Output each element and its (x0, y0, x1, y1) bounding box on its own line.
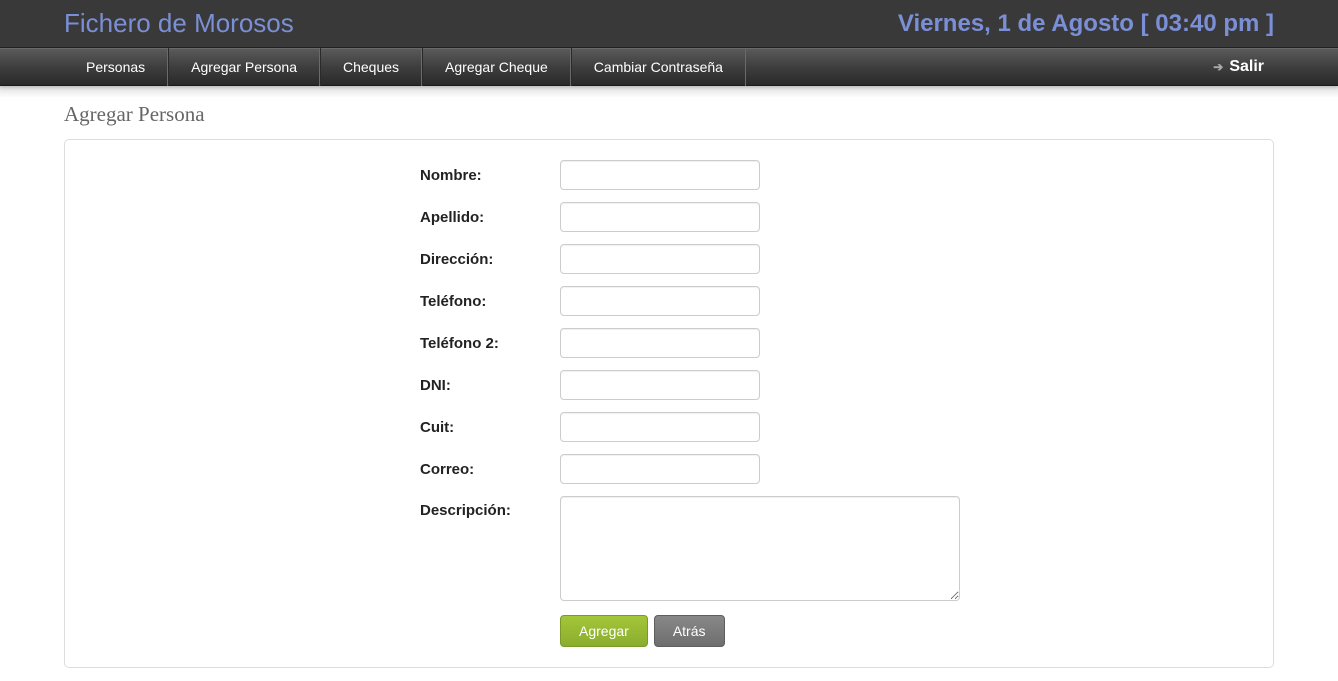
label-telefono2: Teléfono 2: (420, 335, 560, 352)
nav-item-agregar-cheque[interactable]: Agregar Cheque (422, 48, 571, 86)
form-row-dni: DNI: (420, 370, 1253, 400)
arrow-right-icon: ➔ (1213, 60, 1223, 74)
form-row-correo: Correo: (420, 454, 1253, 484)
input-telefono2[interactable] (560, 328, 760, 358)
topbar: Fichero de Morosos Viernes, 1 de Agosto … (0, 0, 1338, 48)
form-row-telefono2: Teléfono 2: (420, 328, 1253, 358)
back-button[interactable]: Atrás (654, 615, 725, 647)
label-dni: DNI: (420, 377, 560, 394)
form-inner: Nombre: Apellido: Dirección: Teléfono: T… (420, 160, 1253, 647)
datetime-display: Viernes, 1 de Agosto [ 03:40 pm ] (898, 10, 1274, 38)
nav-item-agregar-persona[interactable]: Agregar Persona (168, 48, 320, 86)
logout-label: Salir (1229, 58, 1264, 76)
nav-item-cheques[interactable]: Cheques (320, 48, 422, 86)
input-nombre[interactable] (560, 160, 760, 190)
submit-button[interactable]: Agregar (560, 615, 648, 647)
input-cuit[interactable] (560, 412, 760, 442)
label-direccion: Dirección: (420, 251, 560, 268)
input-direccion[interactable] (560, 244, 760, 274)
nav-item-cambiar-contrasena[interactable]: Cambiar Contraseña (571, 48, 746, 86)
nav-item-personas[interactable]: Personas (64, 48, 168, 86)
input-dni[interactable] (560, 370, 760, 400)
logout-link[interactable]: ➔ Salir (1203, 58, 1274, 76)
input-telefono[interactable] (560, 286, 760, 316)
label-cuit: Cuit: (420, 419, 560, 436)
page-title: Agregar Persona (64, 102, 1274, 127)
form-row-telefono: Teléfono: (420, 286, 1253, 316)
form-panel: Nombre: Apellido: Dirección: Teléfono: T… (64, 139, 1274, 668)
label-telefono: Teléfono: (420, 293, 560, 310)
form-row-descripcion: Descripción: (420, 496, 1253, 601)
label-descripcion: Descripción: (420, 496, 560, 519)
button-row: Agregar Atrás (560, 615, 1253, 647)
label-correo: Correo: (420, 461, 560, 478)
form-row-direccion: Dirección: (420, 244, 1253, 274)
label-nombre: Nombre: (420, 167, 560, 184)
navbar-shadow (0, 86, 1338, 98)
input-apellido[interactable] (560, 202, 760, 232)
page-container: Agregar Persona Nombre: Apellido: Direcc… (0, 102, 1338, 668)
app-title: Fichero de Morosos (64, 8, 294, 39)
input-correo[interactable] (560, 454, 760, 484)
label-apellido: Apellido: (420, 209, 560, 226)
textarea-descripcion[interactable] (560, 496, 960, 601)
navbar: Personas Agregar Persona Cheques Agregar… (0, 48, 1338, 86)
form-row-apellido: Apellido: (420, 202, 1253, 232)
form-row-cuit: Cuit: (420, 412, 1253, 442)
form-row-nombre: Nombre: (420, 160, 1253, 190)
